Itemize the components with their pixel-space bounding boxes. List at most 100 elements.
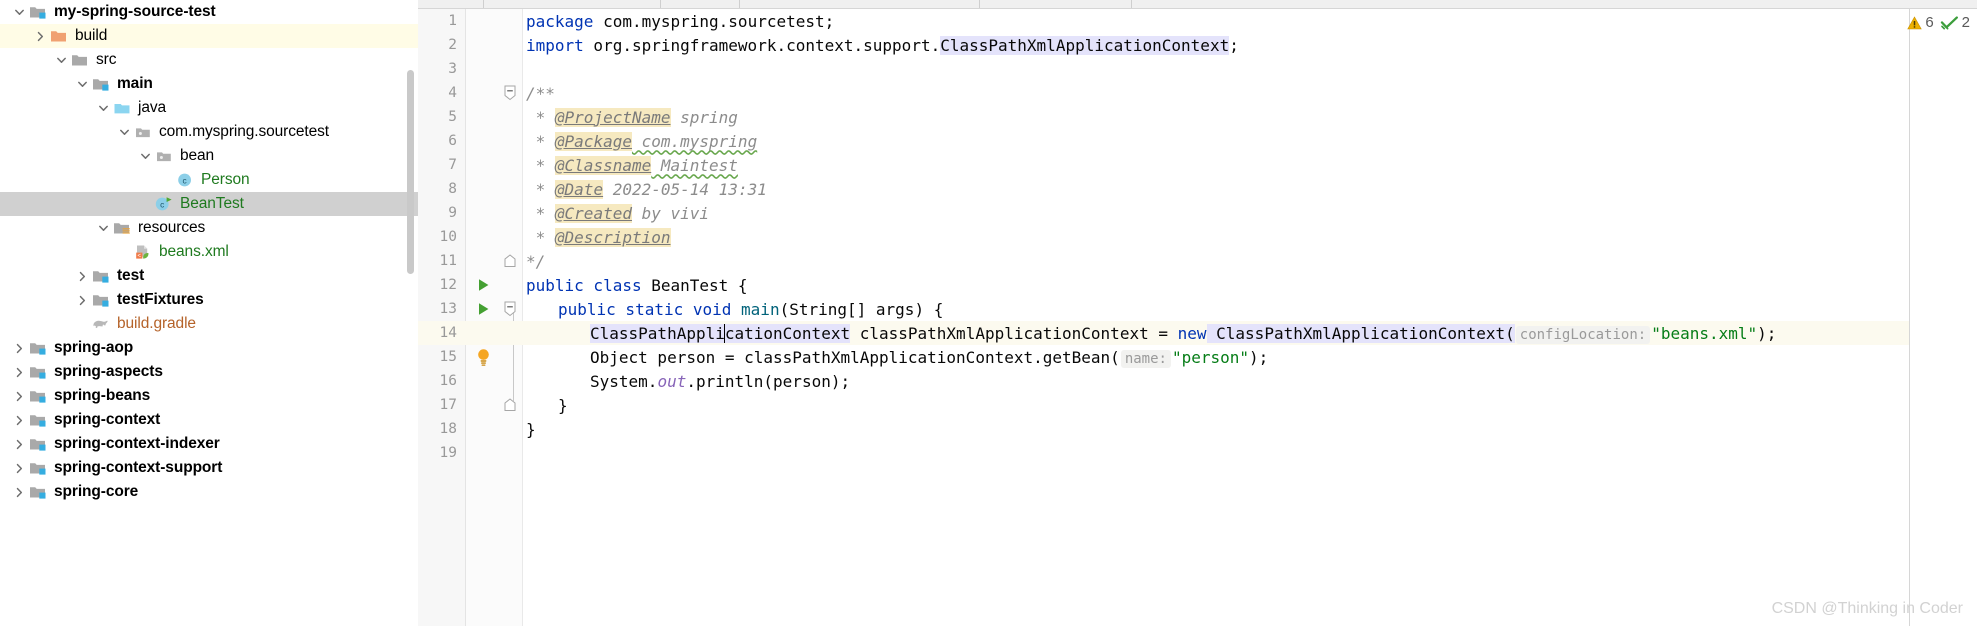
chevron-down-icon[interactable] [117,120,132,144]
tab-slot[interactable] [418,0,484,8]
project-tree-scrollbar[interactable] [407,70,414,274]
tree-item-beans-xml[interactable]: < beans.xml [0,240,418,264]
fold-collapse-icon[interactable] [504,85,516,101]
intention-lightbulb-icon[interactable] [476,348,491,367]
fold-end-icon[interactable] [504,398,516,412]
tree-item-bean[interactable]: bean [0,144,418,168]
code-editor[interactable]: 1 package com.myspring.sourcetest; 2 import… [418,0,1977,626]
tree-item-spring-context-indexer[interactable]: spring-context-indexer [0,432,418,456]
chevron-right-icon[interactable] [12,384,27,408]
tree-item-spring-core[interactable]: spring-core [0,480,418,504]
code-line-13[interactable]: 13 public static void main(String[] args… [418,297,1977,321]
chevron-right-icon[interactable] [12,456,27,480]
code-line-7[interactable]: 7 * @Classname Maintest [418,153,1977,177]
chevron-down-icon[interactable] [96,96,111,120]
tree-item-src[interactable]: src [0,48,418,72]
tree-item-build[interactable]: build [0,24,418,48]
run-gutter-icon[interactable] [477,302,490,316]
tree-item-spring-context[interactable]: spring-context [0,408,418,432]
tab-slot-filler [1132,0,1977,8]
tab-slot[interactable] [980,0,1132,8]
run-gutter-icon[interactable] [477,278,490,292]
code-line-12[interactable]: 12 public class BeanTest { [418,273,1977,297]
chevron-down-icon[interactable] [54,48,69,72]
parameter-hint: name: [1120,349,1171,368]
fold-collapse-icon[interactable] [504,301,516,317]
inspection-status-widget[interactable]: 6 2 [1907,14,1973,31]
tree-item-my-spring-source-test[interactable]: my-spring-source-test [0,0,418,24]
code-line-15[interactable]: 15 Object person = classPathXmlApplicati… [418,345,1977,369]
gutter-slot[interactable] [466,297,500,321]
tree-item-java[interactable]: java [0,96,418,120]
tab-slot[interactable] [740,0,980,8]
tab-slot[interactable] [484,0,661,8]
tree-item-resources[interactable]: resources [0,216,418,240]
code-line-5[interactable]: 5 * @ProjectName spring [418,105,1977,129]
code-line-4[interactable]: 4 /** [418,81,1977,105]
chevron-right-icon[interactable] [12,432,27,456]
tree-item-main[interactable]: main [0,72,418,96]
token-text: person = classPathXmlApplicationContext.… [647,347,1120,367]
chevron-right-icon[interactable] [12,360,27,384]
tab-slot[interactable] [661,0,740,8]
chevron-right-icon[interactable] [75,288,90,312]
fold-slot[interactable] [500,393,520,417]
tree-item-testfixtures[interactable]: testFixtures [0,288,418,312]
fold-end-icon[interactable] [504,254,516,268]
chevron-down-icon[interactable] [138,144,153,168]
chevron-right-icon[interactable] [12,336,27,360]
chevron-right-icon[interactable] [12,408,27,432]
chevron-right-icon[interactable] [33,24,48,48]
line-number: 9 [448,205,457,221]
fold-slot[interactable] [500,297,520,321]
tree-item-label: testFixtures [117,291,204,308]
code-line-14[interactable]: 14 ClassPathApplicationContext classPathX… [418,321,1977,345]
javadoc-tag: @Created [554,203,632,223]
javadoc-tag: @Date [554,179,604,199]
code-line-1[interactable]: 1 package com.myspring.sourcetest; [418,9,1977,33]
line-number: 5 [448,109,457,125]
tree-item-spring-beans[interactable]: spring-beans [0,384,418,408]
code-line-6[interactable]: 6 * @Package com.myspring [418,129,1977,153]
project-tool-window[interactable]: my-spring-source-test build src main jav… [0,0,418,626]
code-line-11[interactable]: 11 */ [418,249,1977,273]
tree-item-label: spring-aop [54,339,134,356]
code-line-18[interactable]: 18} [418,417,1977,441]
code-line-2[interactable]: 2 import org.springframework.context.supp… [418,33,1977,57]
code-canvas[interactable]: 1 package com.myspring.sourcetest; 2 import… [418,9,1977,626]
warning-count: 6 [1925,14,1934,31]
inspection-gutter[interactable]: 6 2 [1907,9,1977,626]
code-line-8[interactable]: 8 * @Date 2022-05-14 13:31 [418,177,1977,201]
token-static-field: out [657,371,687,391]
gutter-slot[interactable] [466,345,500,369]
javadoc-tag: @Description [554,227,671,247]
tree-item-spring-aop[interactable]: spring-aop [0,336,418,360]
tree-item-spring-context-support[interactable]: spring-context-support [0,456,418,480]
tree-item-build-gradle[interactable]: build.gradle [0,312,418,336]
fold-slot[interactable] [500,249,520,273]
chevron-down-icon[interactable] [96,216,111,240]
tree-item-label: Person [201,171,250,188]
tree-item-spring-aspects[interactable]: spring-aspects [0,360,418,384]
code-line-16[interactable]: 16 System.out.println(person); [418,369,1977,393]
code-line-19[interactable]: 19 [418,441,1977,465]
code-line-10[interactable]: 10 * @Description [418,225,1977,249]
token-brace: } [526,419,536,439]
tree-item-person[interactable]: c Person [0,168,418,192]
code-text: Object person = classPathXmlApplicationC… [520,347,1268,368]
ok-count: 2 [1961,14,1970,31]
gutter-slot[interactable] [466,273,500,297]
chevron-right-icon[interactable] [12,480,27,504]
tree-item-test[interactable]: test [0,264,418,288]
chevron-down-icon[interactable] [12,0,27,24]
code-line-9[interactable]: 9 * @Created by vivi [418,201,1977,225]
tree-item-beantest[interactable]: c BeanTest [0,192,418,216]
chevron-right-icon[interactable] [75,264,90,288]
editor-tab-strip[interactable] [418,0,1977,9]
token-text: classPathXmlApplicationContext = [850,323,1178,343]
code-line-17[interactable]: 17 } [418,393,1977,417]
fold-slot[interactable] [500,81,520,105]
code-line-3[interactable]: 3 [418,57,1977,81]
chevron-down-icon[interactable] [75,72,90,96]
tree-item-com-myspring-sourcetest[interactable]: com.myspring.sourcetest [0,120,418,144]
